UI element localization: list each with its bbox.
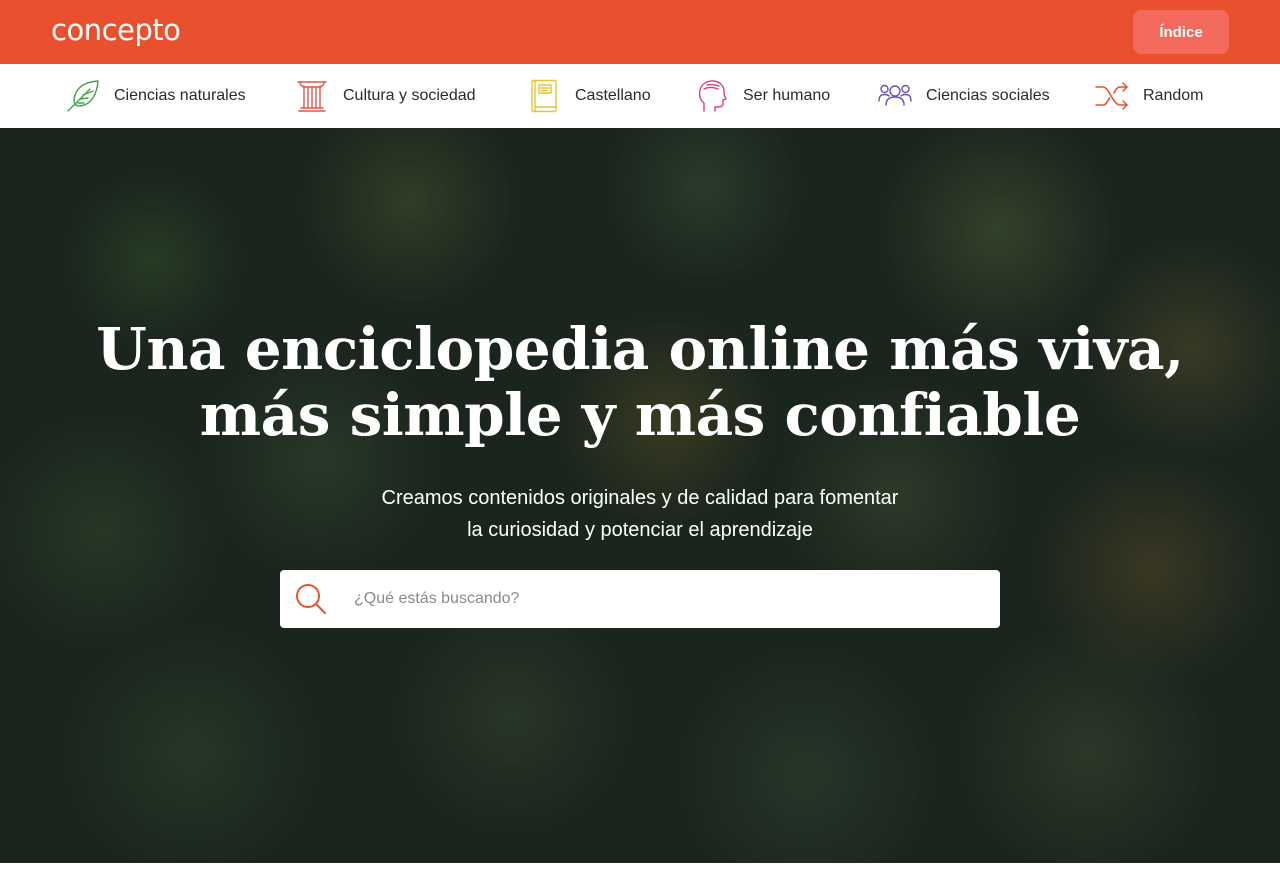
site-logo[interactable]: concepto (51, 12, 181, 48)
search-box[interactable] (280, 570, 1000, 628)
hero-headline: Una enciclopedia online más viva, más si… (0, 316, 1280, 448)
book-icon (527, 79, 561, 113)
subtitle-line: Creamos contenidos originales y de calid… (381, 487, 899, 509)
category-label: Ciencias sociales (926, 87, 1050, 104)
leaf-icon (66, 79, 100, 113)
search-input[interactable] (354, 570, 974, 628)
subtitle-line: la curiosidad y potenciar el aprendizaje (467, 519, 813, 541)
category-ciencias-naturales[interactable]: Ciencias naturales (66, 64, 246, 128)
category-ciencias-sociales[interactable]: Ciencias sociales (878, 64, 1050, 128)
category-ser-humano[interactable]: Ser humano (695, 64, 830, 128)
search-icon[interactable] (294, 582, 328, 616)
category-label: Random (1143, 87, 1204, 104)
category-label: Ciencias naturales (114, 87, 246, 104)
category-label: Castellano (575, 87, 651, 104)
category-cultura-y-sociedad[interactable]: Cultura y sociedad (295, 64, 476, 128)
headline-line: más simple y más confiable (199, 381, 1081, 449)
index-button[interactable]: Índice (1133, 10, 1229, 54)
category-castellano[interactable]: Castellano (527, 64, 651, 128)
hero-banner: Una enciclopedia online más viva, más si… (0, 128, 1280, 863)
category-random[interactable]: Random (1095, 64, 1203, 128)
head-icon (695, 79, 729, 113)
hero-subtitle: Creamos contenidos originales y de calid… (0, 482, 1280, 546)
category-label: Ser humano (743, 87, 831, 104)
headline-line: Una enciclopedia online más viva, (96, 315, 1184, 383)
category-label: Cultura y sociedad (343, 87, 476, 104)
shuffle-icon (1095, 79, 1129, 113)
people-icon (878, 79, 912, 113)
category-nav: Ciencias naturales Cultura y sociedad Ca… (0, 64, 1280, 128)
column-icon (295, 79, 329, 113)
top-bar: concepto Índice (0, 0, 1280, 64)
